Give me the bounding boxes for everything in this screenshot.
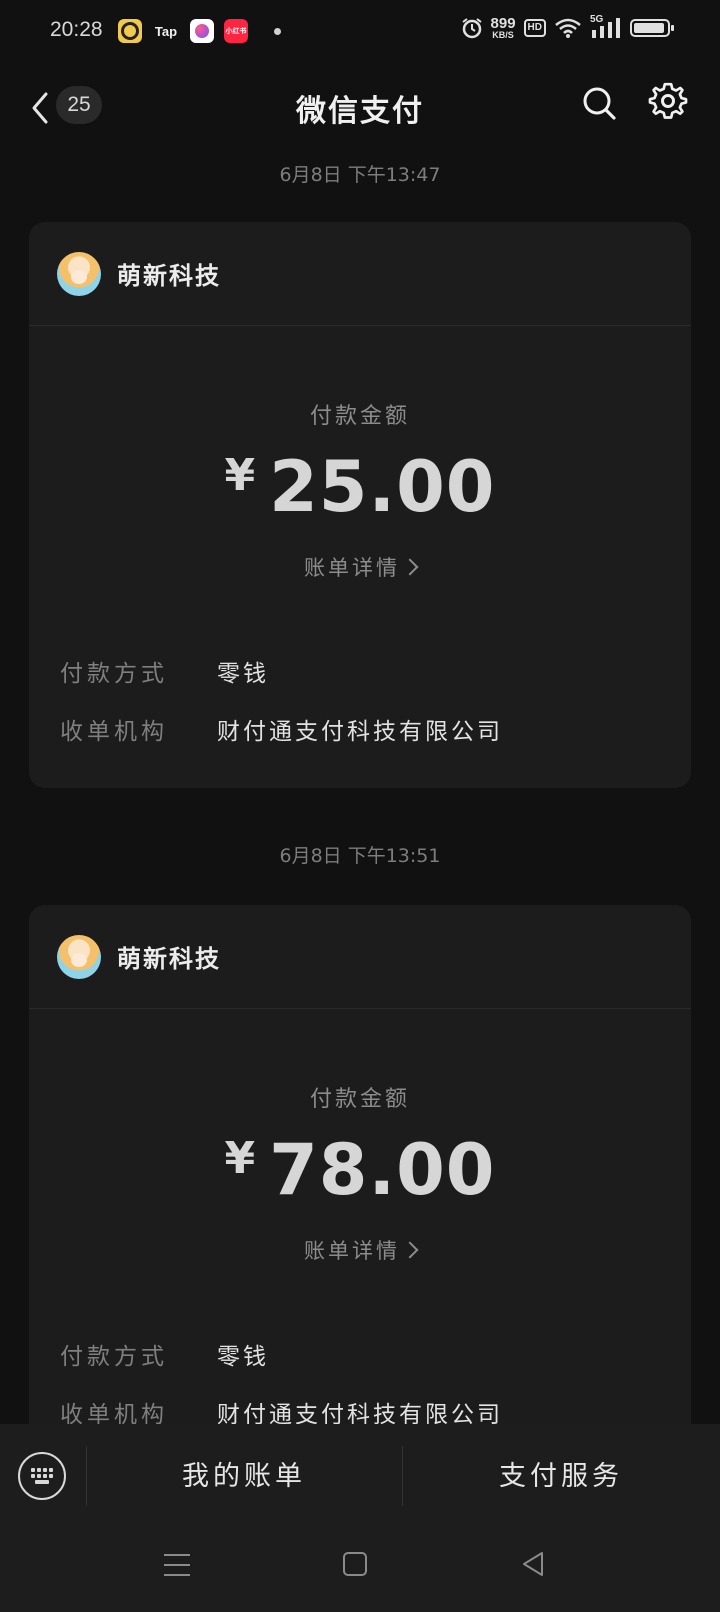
payment-card[interactable]: 萌新科技 付款金额 ¥25.00 账单详情 付款方式 零钱 收单机构 财付通支付…: [29, 222, 691, 788]
system-navigation-bar: [0, 1528, 720, 1612]
bill-details-link[interactable]: 账单详情: [29, 552, 691, 582]
bottom-menu-bar: 我的账单 支付服务: [0, 1424, 720, 1528]
bill-details-link[interactable]: 账单详情: [29, 1235, 691, 1265]
payment-card[interactable]: 萌新科技 付款金额 ¥78.00 账单详情 付款方式 零钱 收单机构 财付通支付…: [29, 905, 691, 1465]
xiaohongshu-icon: 小红书: [224, 19, 248, 43]
pay-services-button[interactable]: 支付服务: [402, 1454, 720, 1493]
search-icon[interactable]: [580, 84, 618, 122]
amount-label: 付款金额: [309, 404, 410, 429]
acquirer-value: 财付通支付科技有限公司: [217, 719, 503, 745]
status-indicators: 899 KB/S HD 5G: [461, 14, 674, 40]
more-notifications-dot: [274, 27, 281, 35]
battery-icon: [630, 19, 674, 37]
top-navigation: 25 微信支付: [0, 70, 720, 144]
payment-method-label: 付款方式: [60, 661, 168, 687]
network-speed-unit: KB/S: [492, 30, 514, 40]
hd-voice-badge: HD: [523, 19, 546, 37]
amount-value: 25.00: [269, 446, 496, 528]
merchant-name: 萌新科技: [117, 262, 221, 290]
recent-apps-icon[interactable]: [164, 1554, 190, 1576]
signal-bars-icon: [592, 18, 620, 38]
network-speed-value: 899: [490, 15, 516, 32]
merchant-avatar: [57, 935, 101, 979]
status-bar: 20:28 Tap 小红书 899 KB/S HD 5G: [0, 0, 720, 64]
bill-details-label: 账单详情: [304, 1239, 400, 1263]
bill-details-label: 账单详情: [304, 556, 400, 580]
currency-symbol: ¥: [224, 450, 256, 501]
payment-amount: ¥78.00: [29, 1129, 691, 1211]
home-icon[interactable]: [343, 1552, 367, 1576]
back-triangle-icon[interactable]: [520, 1550, 546, 1578]
currency-symbol: ¥: [224, 1133, 256, 1184]
my-bills-button[interactable]: 我的账单: [86, 1454, 402, 1493]
merchant-avatar: [57, 252, 101, 296]
payment-method-value: 零钱: [217, 1344, 269, 1370]
alarm-icon: [461, 18, 482, 39]
notification-icons: Tap 小红书: [118, 19, 281, 43]
chevron-right-icon: [401, 1241, 419, 1259]
payment-amount: ¥25.00: [29, 446, 691, 528]
music-app-icon: [118, 19, 142, 43]
photo-app-icon: [190, 19, 214, 43]
wifi-icon: [555, 18, 581, 38]
cellular-signal: 5G: [590, 14, 622, 40]
network-speed: 899 KB/S: [491, 16, 516, 40]
message-timestamp: 6月8日 下午13:47: [279, 164, 441, 186]
acquirer-label: 收单机构: [60, 719, 168, 745]
payment-method-value: 零钱: [217, 661, 269, 687]
amount-label: 付款金额: [309, 1087, 410, 1112]
payment-method-label: 付款方式: [60, 1344, 168, 1370]
amount-value: 78.00: [269, 1129, 496, 1211]
screen: 20:28 Tap 小红书 899 KB/S HD 5G 25 微信支付 6月8…: [0, 0, 720, 1612]
chevron-right-icon: [401, 558, 419, 576]
taptap-icon: Tap: [154, 23, 178, 39]
merchant-name: 萌新科技: [117, 945, 221, 973]
keyboard-icon[interactable]: [18, 1452, 66, 1500]
status-time: 20:28: [50, 18, 103, 41]
gear-icon[interactable]: [648, 82, 688, 122]
message-timestamp: 6月8日 下午13:51: [279, 845, 441, 867]
payment-card-header: 萌新科技: [29, 222, 691, 326]
payment-card-header: 萌新科技: [29, 905, 691, 1009]
